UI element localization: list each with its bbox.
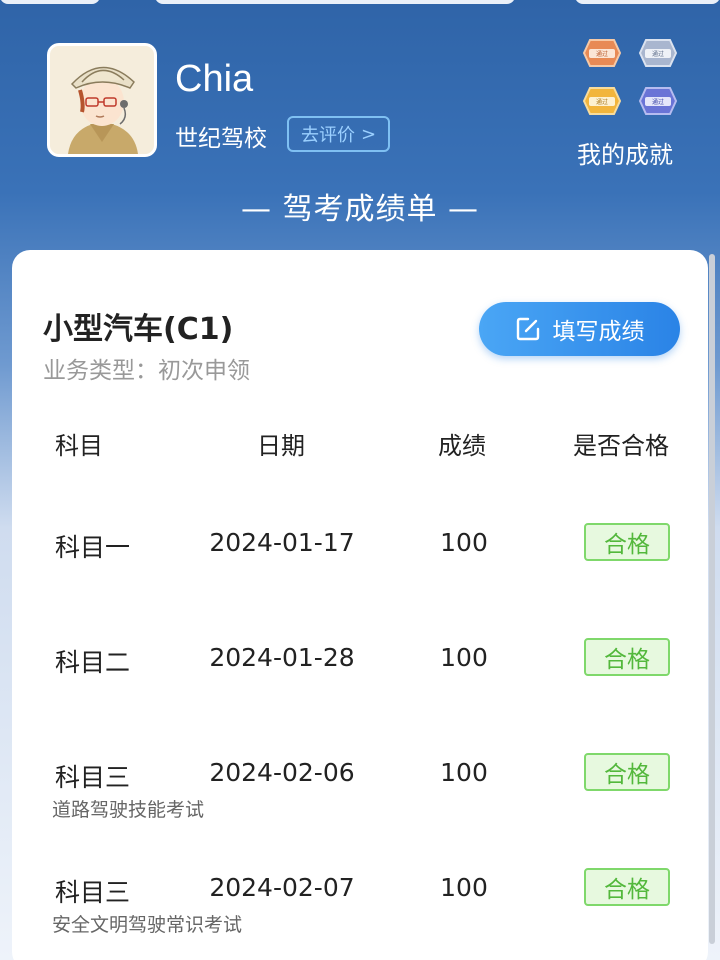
- fill-score-button[interactable]: 填写成绩: [479, 302, 680, 356]
- badge-text: 通过: [652, 50, 664, 58]
- purple-pass-badge-icon: 通过: [638, 87, 678, 115]
- section-title: — 驾考成绩单 —: [240, 192, 480, 227]
- subject-description: 道路驾驶技能考试: [52, 799, 205, 821]
- top-tab-middle[interactable]: [155, 0, 515, 4]
- school-name: 世纪驾校: [175, 126, 267, 152]
- pass-badge: 合格: [584, 523, 670, 561]
- pass-badge: 合格: [584, 638, 670, 676]
- avatar-illustration: [50, 46, 154, 154]
- exam-date: 2024-02-06: [209, 758, 355, 787]
- header-pass: 是否合格: [573, 432, 669, 460]
- pass-badge: 合格: [584, 868, 670, 906]
- header-score: 成绩: [438, 432, 486, 460]
- subject-name: 科目一: [55, 533, 131, 562]
- username: Chia: [175, 58, 254, 100]
- chevron-right-icon: >: [360, 123, 377, 145]
- top-tab-left[interactable]: [0, 0, 100, 4]
- achievements-label: 我的成就: [577, 141, 673, 169]
- badge-text: 通过: [652, 98, 664, 106]
- subject-name: 科目三: [55, 878, 131, 907]
- silver-pass-badge-icon: 通过: [638, 39, 678, 67]
- header-subject: 科目: [55, 432, 103, 460]
- subject-description: 安全文明驾驶常识考试: [52, 914, 243, 936]
- score-card: 小型汽车(C1) 业务类型：初次申领 填写成绩 科目 日期 成绩 是否合格 科目…: [12, 250, 708, 960]
- header-date: 日期: [257, 432, 305, 460]
- gold-pass-badge-icon: 通过: [582, 87, 622, 115]
- edit-icon: [516, 317, 539, 341]
- business-type: 业务类型：初次申领: [43, 358, 250, 384]
- rate-button-label: 去评价: [300, 125, 355, 146]
- avatar[interactable]: [47, 43, 157, 157]
- bronze-pass-badge-icon: 通过: [582, 39, 622, 67]
- top-tab-right[interactable]: [575, 0, 720, 4]
- scrollbar[interactable]: [709, 254, 715, 944]
- exam-date: 2024-01-17: [209, 528, 355, 557]
- exam-score: 100: [440, 758, 488, 787]
- license-type: 小型汽车(C1): [43, 312, 234, 347]
- exam-score: 100: [440, 528, 488, 557]
- exam-date: 2024-01-28: [209, 643, 355, 672]
- badge-text: 通过: [596, 98, 608, 106]
- exam-score: 100: [440, 643, 488, 672]
- subject-name: 科目三: [55, 763, 131, 792]
- badge-text: 通过: [596, 50, 608, 58]
- pass-badge: 合格: [584, 753, 670, 791]
- exam-score: 100: [440, 873, 488, 902]
- exam-date: 2024-02-07: [209, 873, 355, 902]
- subject-name: 科目二: [55, 648, 131, 677]
- fill-score-label: 填写成绩: [552, 319, 645, 345]
- rate-button[interactable]: 去评价 >: [287, 116, 390, 152]
